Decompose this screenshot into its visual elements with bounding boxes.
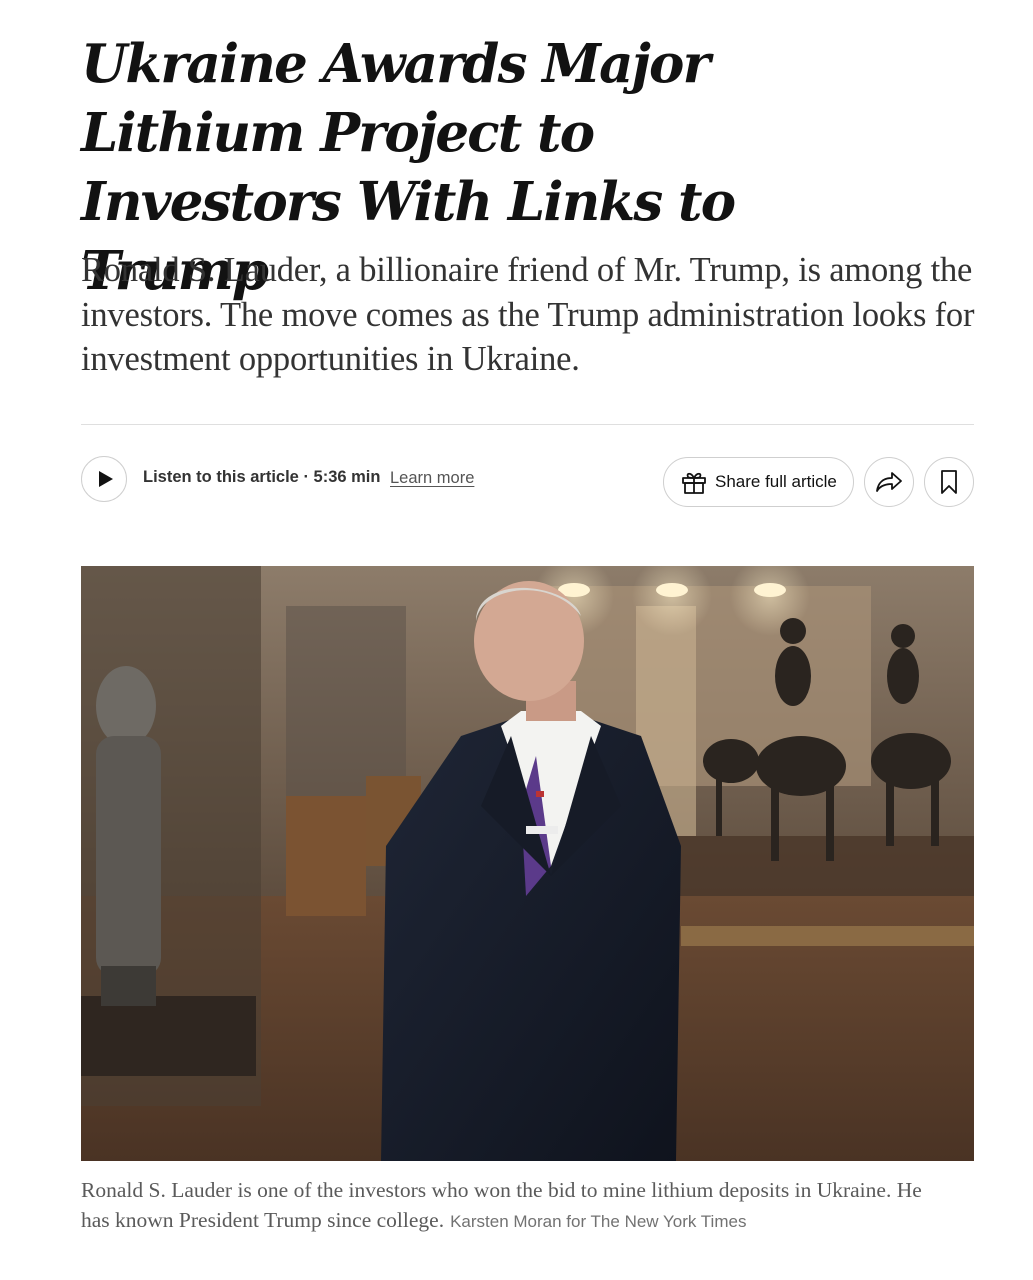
share-button[interactable] — [864, 457, 914, 507]
divider — [81, 424, 974, 425]
share-full-article-button[interactable]: Share full article — [663, 457, 854, 507]
listen-label: Listen to this article · 5:36 min — [143, 468, 381, 486]
photo-caption: Ronald S. Lauder is one of the investors… — [81, 1175, 941, 1237]
bookmark-icon — [941, 470, 957, 494]
photo-credit: Karsten Moran for The New York Times — [450, 1212, 747, 1231]
play-icon — [98, 471, 113, 487]
summary: Ronald S. Lauder, a billionaire friend o… — [81, 251, 975, 378]
play-button[interactable] — [81, 456, 127, 502]
gift-icon — [682, 472, 706, 494]
learn-more-link[interactable]: Learn more — [390, 469, 474, 488]
share-arrow-icon — [876, 472, 902, 492]
lead-photo — [81, 566, 974, 1161]
article-toolbar: Listen to this article · 5:36 min Learn … — [81, 455, 974, 507]
save-button[interactable] — [924, 457, 974, 507]
lead-photo-illustration — [81, 566, 974, 1161]
share-full-article-label: Share full article — [715, 472, 837, 491]
